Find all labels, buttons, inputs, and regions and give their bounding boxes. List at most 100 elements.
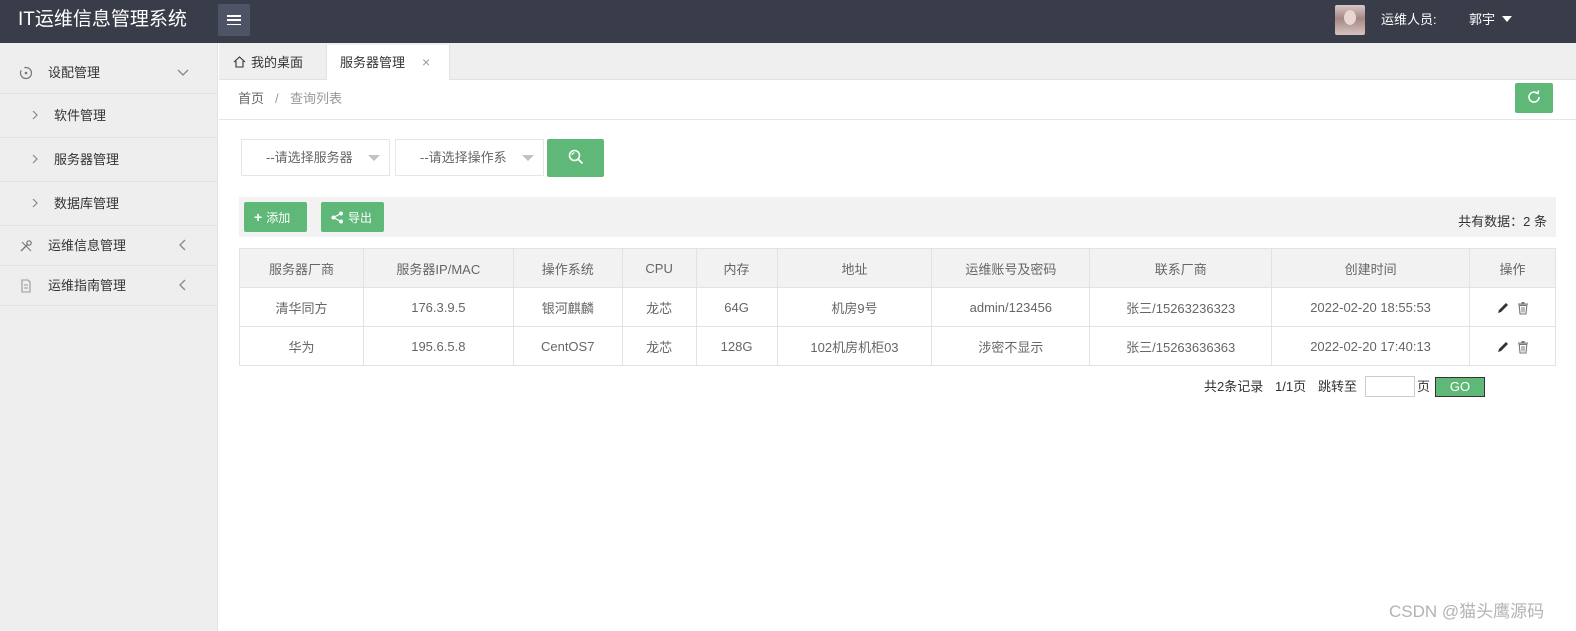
sidebar-item-label: 软件管理 — [54, 108, 107, 123]
sidebar-item-label: 数据库管理 — [54, 196, 120, 211]
table-row: 华为 195.6.5.8 CentOS7 龙芯 128G 102机房机柜03 涉… — [239, 326, 1556, 366]
breadcrumb: 首页 / 查询列表 — [219, 81, 1576, 120]
table-cell: 华为 — [239, 326, 364, 366]
settings-circle-icon — [19, 66, 33, 80]
table-cell: 2022-02-20 18:55:53 — [1271, 287, 1470, 327]
table-cell: 龙芯 — [621, 326, 697, 366]
pager-jump-label: 跳转至 — [1318, 379, 1358, 394]
share-icon — [331, 202, 344, 232]
table-cell: 64G — [695, 287, 778, 327]
table-cell: admin/123456 — [931, 287, 1091, 327]
edit-pencil-icon[interactable] — [1496, 340, 1510, 354]
table-cell: 195.6.5.8 — [362, 326, 514, 366]
os-select[interactable]: --请选择操作系 — [395, 139, 544, 176]
tab-my-desktop[interactable]: 我的桌面 — [233, 45, 303, 80]
column-header: 操作 — [1469, 248, 1556, 288]
record-count: 共有数据：2 条 — [1458, 214, 1547, 229]
table-cell: 张三/15263236323 — [1089, 287, 1273, 327]
pager-pages: 1/1页 — [1275, 379, 1307, 394]
add-button-label: 添加 — [266, 211, 291, 225]
tools-icon — [19, 239, 33, 253]
chevron-right-icon — [31, 94, 39, 138]
sidebar-group-label: 运维指南管理 — [48, 278, 127, 293]
column-header: 服务器厂商 — [239, 248, 364, 288]
tab-label: 服务器管理 — [340, 55, 406, 70]
table-cell: 102机房机柜03 — [776, 326, 933, 366]
page-number-input[interactable] — [1365, 376, 1415, 397]
top-header: IT运维信息管理系统 运维人员: 郭宇 — [0, 0, 1576, 43]
chevron-down-icon — [368, 155, 380, 161]
chevron-right-icon — [31, 138, 39, 182]
sidebar-item-server[interactable]: 服务器管理 — [0, 138, 217, 182]
tab-server-management[interactable]: 服务器管理 × — [326, 45, 450, 80]
export-button[interactable]: 导出 — [321, 202, 384, 232]
table-cell: 176.3.9.5 — [362, 287, 514, 327]
sidebar: 设配管理 软件管理 服务器管理 数据库管理 运维信息管理 运维指南管理 — [0, 43, 218, 631]
chevron-left-icon — [177, 226, 189, 266]
user-name-dropdown[interactable]: 郭宇 — [1469, 0, 1495, 40]
pager-page-unit: 页 — [1417, 379, 1431, 394]
tab-label: 我的桌面 — [251, 55, 304, 70]
export-button-label: 导出 — [348, 211, 373, 225]
close-icon[interactable]: × — [422, 45, 430, 80]
sidebar-item-label: 服务器管理 — [54, 152, 120, 167]
menu-toggle-button[interactable] — [218, 4, 250, 36]
table-cell: 龙芯 — [621, 287, 697, 327]
column-header: CPU — [621, 248, 697, 288]
tab-bar: 我的桌面 服务器管理 × — [219, 43, 1576, 80]
breadcrumb-home[interactable]: 首页 — [238, 81, 264, 117]
server-select[interactable]: --请选择服务器 — [241, 139, 390, 176]
column-header: 内存 — [695, 248, 778, 288]
plus-icon: + — [254, 209, 263, 225]
sidebar-group-label: 运维信息管理 — [48, 238, 127, 253]
pager-summary: 共2条记录 — [1204, 379, 1264, 394]
table-cell: 128G — [695, 326, 778, 366]
avatar[interactable] — [1335, 5, 1365, 35]
column-header: 服务器IP/MAC — [362, 248, 514, 288]
home-icon — [233, 46, 246, 68]
sidebar-group-ops-guide[interactable]: 运维指南管理 — [0, 266, 217, 306]
server-select-value: --请选择服务器 — [266, 150, 353, 165]
refresh-icon — [1526, 89, 1542, 108]
document-icon — [19, 279, 33, 293]
row-actions — [1469, 326, 1556, 366]
sidebar-group-device[interactable]: 设配管理 — [0, 43, 217, 94]
sidebar-item-software[interactable]: 软件管理 — [0, 94, 217, 138]
table-cell: 2022-02-20 17:40:13 — [1271, 326, 1470, 366]
trash-icon[interactable] — [1516, 340, 1530, 354]
hamburger-icon — [227, 15, 241, 25]
refresh-button[interactable] — [1515, 83, 1553, 113]
server-table: 服务器厂商 服务器IP/MAC 操作系统 CPU 内存 地址 运维账号及密码 联… — [239, 248, 1556, 366]
table-cell: 机房9号 — [776, 287, 933, 327]
chevron-down-icon[interactable] — [1502, 16, 1512, 22]
sidebar-item-database[interactable]: 数据库管理 — [0, 182, 217, 226]
edit-pencil-icon[interactable] — [1496, 301, 1510, 315]
column-header: 创建时间 — [1271, 248, 1470, 288]
column-header: 联系厂商 — [1089, 248, 1273, 288]
table-cell: 张三/15263636363 — [1089, 326, 1273, 366]
search-button[interactable] — [547, 139, 604, 177]
table-toolbar: + 添加 导出 共有数据：2 条 — [239, 197, 1556, 237]
table-cell: 银河麒麟 — [512, 287, 623, 327]
go-button[interactable]: GO — [1435, 377, 1485, 397]
row-actions — [1469, 287, 1556, 327]
chevron-left-icon — [177, 266, 189, 306]
table-header-row: 服务器厂商 服务器IP/MAC 操作系统 CPU 内存 地址 运维账号及密码 联… — [239, 248, 1556, 288]
sidebar-group-ops-info[interactable]: 运维信息管理 — [0, 226, 217, 266]
table-row: 清华同方 176.3.9.5 银河麒麟 龙芯 64G 机房9号 admin/12… — [239, 287, 1556, 327]
breadcrumb-separator: / — [275, 91, 279, 106]
watermark: CSDN @猫头鹰源码 — [1389, 602, 1545, 621]
column-header: 地址 — [776, 248, 933, 288]
add-button[interactable]: + 添加 — [244, 202, 307, 232]
search-icon — [567, 148, 585, 169]
chevron-right-icon — [31, 182, 39, 226]
app-title: IT运维信息管理系统 — [18, 9, 187, 30]
table-cell: 清华同方 — [239, 287, 364, 327]
column-header: 运维账号及密码 — [931, 248, 1091, 288]
column-header: 操作系统 — [512, 248, 623, 288]
breadcrumb-current: 查询列表 — [290, 91, 343, 106]
trash-icon[interactable] — [1516, 301, 1530, 315]
sidebar-group-label: 设配管理 — [48, 65, 101, 80]
os-select-value: --请选择操作系 — [420, 150, 507, 165]
table-cell: CentOS7 — [512, 326, 623, 366]
